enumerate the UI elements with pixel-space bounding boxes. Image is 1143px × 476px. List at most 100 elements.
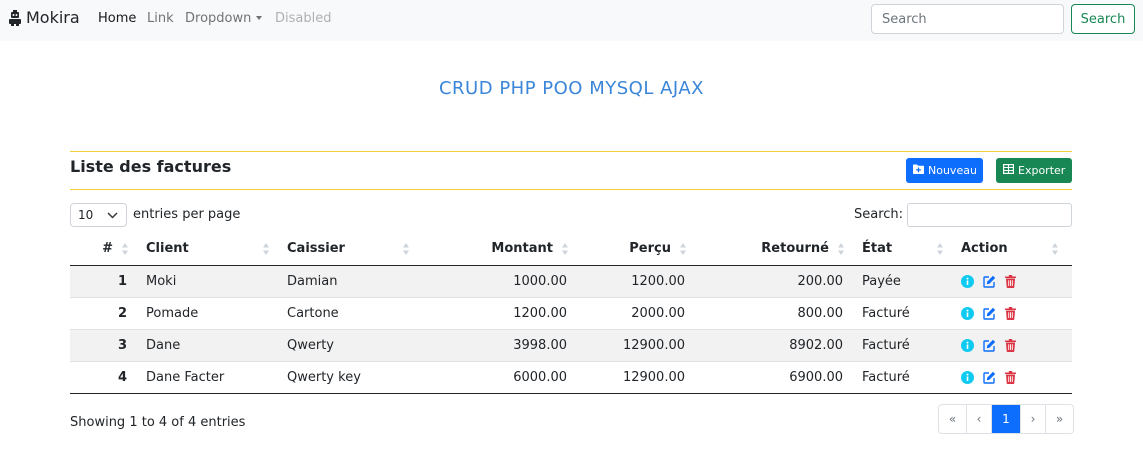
- sort-icon: [937, 243, 943, 259]
- trash-icon[interactable]: [1005, 274, 1016, 288]
- cell-percu: 1200.00: [631, 273, 685, 289]
- trash-icon[interactable]: [1005, 370, 1016, 384]
- cell-action: [949, 361, 1072, 393]
- column-header-montant[interactable]: Montant: [415, 233, 574, 266]
- sort-icon: [1052, 243, 1058, 259]
- column-header-label: Montant: [491, 241, 553, 257]
- cell-montant: 3998.00: [513, 337, 567, 353]
- cell-percu: 12900.00: [622, 369, 685, 385]
- cell-retourne: 800.00: [797, 305, 844, 321]
- page-heading: CRUD PHP POO MYSQL AJAX: [438, 78, 705, 99]
- new-button[interactable]: Nouveau: [906, 158, 983, 183]
- cell-montant: 6000.00: [513, 369, 567, 385]
- caret-down-icon: [256, 15, 263, 20]
- sort-icon: [680, 243, 686, 259]
- column-header-label: État: [862, 241, 893, 257]
- export-button-label: Exporter: [1018, 164, 1066, 177]
- column-header-retourne[interactable]: Retourné: [692, 233, 850, 266]
- cell-etat: Facturé: [862, 305, 910, 321]
- edit-icon[interactable]: [983, 307, 996, 320]
- column-header-label: Caissier: [287, 241, 345, 257]
- sort-icon: [838, 243, 844, 259]
- column-header-label: Perçu: [629, 241, 671, 257]
- cell-id: 2: [117, 305, 127, 321]
- table-search-input[interactable]: [907, 203, 1072, 227]
- table-header-row: # Client Caissier Montant Perçu Retourné…: [70, 233, 1072, 266]
- page-first-button[interactable]: «: [939, 405, 967, 433]
- info-icon[interactable]: [961, 306, 974, 320]
- table-icon: [1003, 164, 1015, 177]
- sort-icon: [562, 243, 568, 259]
- table-search-label: Search:: [854, 207, 904, 222]
- edit-icon[interactable]: [983, 275, 996, 288]
- cell-etat: Facturé: [862, 337, 910, 353]
- nav-link-home[interactable]: Home: [98, 11, 136, 26]
- cell-montant: 1000.00: [513, 273, 567, 289]
- nav-link-link[interactable]: Link: [147, 11, 174, 26]
- cell-retourne: 200.00: [797, 273, 844, 289]
- cell-client: Moki: [146, 273, 177, 289]
- trash-icon[interactable]: [1005, 306, 1016, 320]
- cell-caissier: Cartone: [287, 305, 339, 321]
- nav-search-button[interactable]: Search: [1071, 4, 1135, 34]
- brand[interactable]: Mokira: [8, 8, 80, 27]
- cell-caissier: Qwerty key: [287, 369, 361, 385]
- column-header-label: Action: [961, 241, 1008, 257]
- divider-bottom: [70, 189, 1072, 190]
- export-button[interactable]: Exporter: [996, 158, 1072, 183]
- info-icon[interactable]: [961, 338, 974, 352]
- cell-id: 4: [117, 369, 127, 385]
- sort-icon: [263, 243, 269, 259]
- cell-caissier: Damian: [287, 273, 338, 289]
- cell-action: [949, 329, 1072, 361]
- info-icon[interactable]: [961, 274, 974, 288]
- cell-client: Dane: [146, 337, 181, 353]
- column-header-etat[interactable]: État: [850, 233, 949, 266]
- table-row: 3 Dane Qwerty 3998.00 12900.00 8902.00 F…: [70, 329, 1072, 361]
- column-header-action[interactable]: Action: [949, 233, 1072, 266]
- nav-link-disabled: Disabled: [275, 11, 332, 26]
- table-info: Showing 1 to 4 of 4 entries: [70, 415, 246, 430]
- table-row: 2 Pomade Cartone 1200.00 2000.00 800.00 …: [70, 297, 1072, 329]
- cell-action: [949, 297, 1072, 329]
- sort-icon: [403, 243, 409, 259]
- column-header-percu[interactable]: Perçu: [574, 233, 692, 266]
- cell-action: [949, 265, 1072, 297]
- cell-etat: Facturé: [862, 369, 910, 385]
- table-row: 1 Moki Damian 1000.00 1200.00 200.00 Pay…: [70, 265, 1072, 297]
- cell-retourne: 6900.00: [789, 369, 843, 385]
- navbar: Mokira Home Link Dropdown Disabled Searc…: [0, 0, 1143, 41]
- page-length-value: 10: [78, 208, 94, 222]
- sort-icon: [122, 243, 128, 259]
- page-length-label: entries per page: [133, 207, 241, 222]
- page-next-button[interactable]: ›: [1021, 405, 1046, 433]
- pagination: « ‹ 1 › »: [938, 404, 1074, 434]
- cell-retourne: 8902.00: [789, 337, 843, 353]
- info-icon[interactable]: [961, 370, 974, 384]
- nav-dropdown-label: Dropdown: [185, 11, 252, 26]
- list-title: Liste des factures: [70, 157, 232, 176]
- page-previous-button[interactable]: ‹: [967, 405, 992, 433]
- nav-search-input[interactable]: [871, 4, 1064, 34]
- folder-plus-icon: [913, 164, 924, 177]
- new-button-label: Nouveau: [928, 164, 977, 177]
- nav-dropdown[interactable]: Dropdown: [185, 11, 263, 26]
- invoices-table: # Client Caissier Montant Perçu Retourné…: [70, 233, 1072, 394]
- edit-icon[interactable]: [983, 339, 996, 352]
- column-header-label: Client: [146, 241, 189, 257]
- column-header-id[interactable]: #: [70, 233, 134, 266]
- brand-name: Mokira: [26, 8, 80, 27]
- edit-icon[interactable]: [983, 371, 996, 384]
- column-header-label: Retourné: [761, 241, 829, 257]
- trash-icon[interactable]: [1005, 338, 1016, 352]
- column-header-client[interactable]: Client: [134, 233, 275, 266]
- cell-percu: 2000.00: [631, 305, 685, 321]
- cell-client: Pomade: [146, 305, 199, 321]
- page-last-button[interactable]: »: [1046, 405, 1073, 433]
- table-row: 4 Dane Facter Qwerty key 6000.00 12900.0…: [70, 361, 1072, 393]
- cell-id: 1: [117, 273, 127, 289]
- column-header-caissier[interactable]: Caissier: [275, 233, 415, 266]
- page-length-select[interactable]: 10: [70, 203, 127, 227]
- page-1-button[interactable]: 1: [992, 405, 1021, 433]
- cell-client: Dane Facter: [146, 369, 225, 385]
